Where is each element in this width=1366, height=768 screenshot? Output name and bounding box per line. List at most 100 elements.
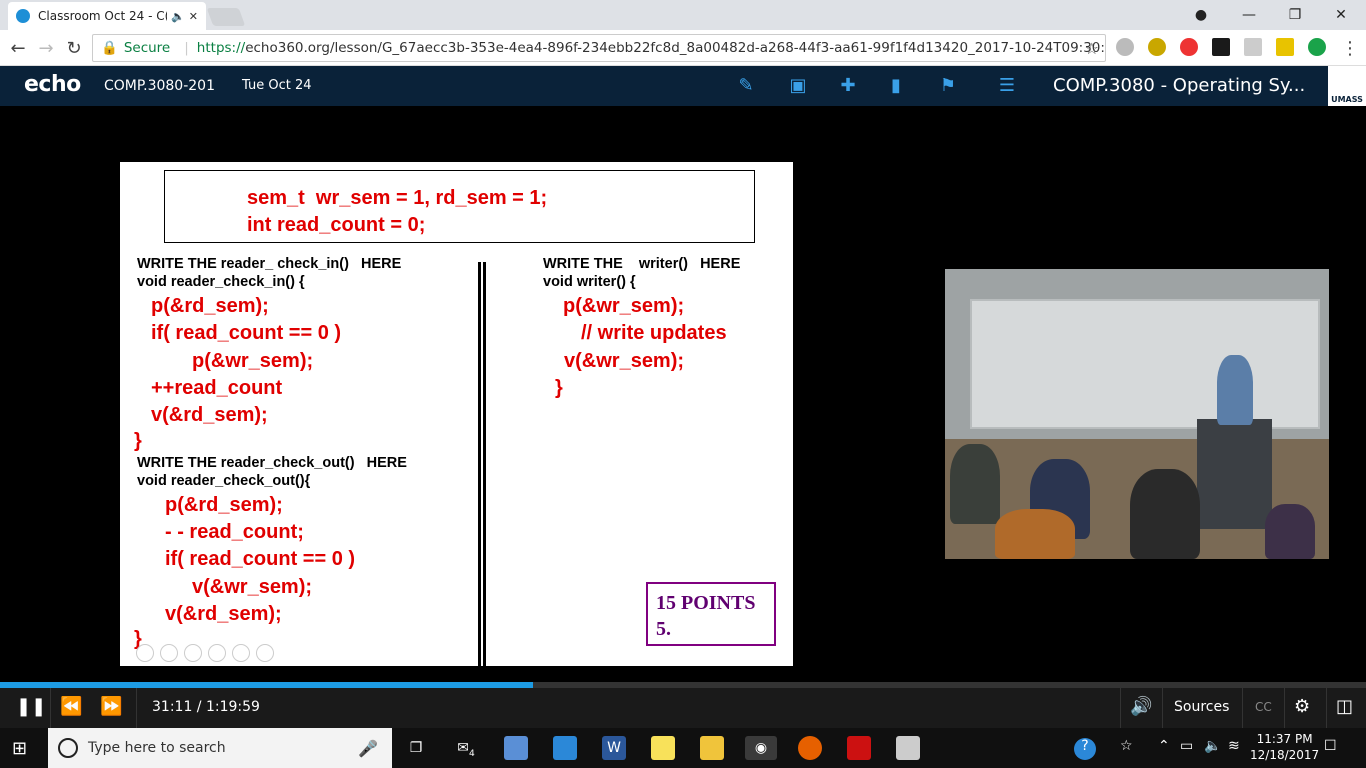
battery-icon[interactable]: ▭: [1180, 738, 1193, 754]
people-icon[interactable]: ☆: [1120, 738, 1133, 754]
fast-forward-icon[interactable]: ⏩: [100, 696, 122, 717]
pause-icon[interactable]: ❚❚: [16, 696, 46, 717]
bookmark-icon[interactable]: ▮: [884, 74, 908, 98]
code-line: // write updates: [581, 322, 727, 344]
microphone-icon[interactable]: 🎤: [358, 739, 378, 758]
slide-heading: void writer() {: [543, 274, 636, 290]
photos-icon[interactable]: [896, 736, 920, 760]
restore-button[interactable]: ❐: [1272, 0, 1318, 30]
video-lecturer: [1217, 355, 1253, 425]
taskbar-clock[interactable]: 11:37 PM 12/18/2017: [1250, 731, 1319, 763]
divider: [50, 688, 51, 728]
next-slide-icon[interactable]: [160, 644, 178, 662]
column-divider: [478, 262, 486, 666]
video-student: [995, 509, 1075, 559]
sticky-notes-icon[interactable]: [651, 736, 675, 760]
echo-favicon-icon: [16, 9, 30, 23]
extension-icon[interactable]: [1116, 38, 1134, 56]
profile-icon[interactable]: ●: [1178, 0, 1224, 30]
settings-gear-icon[interactable]: ⚙: [1294, 696, 1310, 717]
code-line: p(&wr_sem);: [192, 350, 314, 372]
speaker-icon[interactable]: 🔈: [1204, 738, 1221, 754]
minimize-button[interactable]: —: [1226, 0, 1272, 30]
volume-icon[interactable]: 🔊: [1130, 696, 1152, 717]
extension-icon[interactable]: [1244, 38, 1262, 56]
slide-heading: void reader_check_out(){: [137, 473, 311, 489]
prev-slide-icon[interactable]: [136, 644, 154, 662]
more-icon[interactable]: [256, 644, 274, 662]
new-tab-button[interactable]: [206, 8, 246, 26]
video-student: [1130, 469, 1200, 559]
cortana-icon: [58, 738, 78, 758]
discussion-icon[interactable]: ▣: [786, 74, 810, 98]
code-line: - - read_count;: [165, 521, 304, 543]
list-icon[interactable]: ☰: [995, 74, 1019, 98]
divider: [1120, 688, 1121, 728]
code-line: p(&rd_sem);: [165, 494, 283, 516]
flag-icon[interactable]: ⚑: [936, 74, 960, 98]
extension-icon[interactable]: [1276, 38, 1294, 56]
url-text: https://echo360.org/lesson/G_67aecc3b-35…: [197, 40, 1105, 56]
tray-chevron-icon[interactable]: ⌃: [1158, 738, 1170, 754]
mail-icon[interactable]: ✉4: [454, 736, 478, 760]
notes-icon[interactable]: ✎: [734, 74, 758, 98]
wifi-icon[interactable]: ≋: [1228, 738, 1240, 754]
rewind-icon[interactable]: ⏪: [60, 696, 82, 717]
umass-logo: UMASS: [1328, 66, 1366, 106]
back-arrow-icon[interactable]: ←: [8, 38, 28, 59]
opera-icon[interactable]: [1180, 38, 1198, 56]
extension-icon[interactable]: [1148, 38, 1166, 56]
classroom-video[interactable]: [945, 269, 1329, 559]
code-line: v(&wr_sem);: [564, 350, 685, 372]
menu-icon[interactable]: ⋮: [1340, 38, 1360, 59]
points-box: 15 POINTS 5.: [646, 582, 776, 646]
address-bar[interactable]: 🔒 Secure | https://echo360.org/lesson/G_…: [92, 34, 1106, 62]
browser-tab-strip: Classroom Oct 24 - C( 🔈 ✕ ● — ❐ ✕: [0, 0, 1366, 30]
extension-icon[interactable]: [1212, 38, 1230, 56]
forward-arrow-icon[interactable]: →: [36, 38, 56, 59]
search-placeholder: Type here to search: [88, 740, 226, 756]
question-number: 5.: [656, 618, 671, 640]
notifications-icon[interactable]: ☐: [1324, 738, 1337, 754]
close-window-button[interactable]: ✕: [1318, 0, 1364, 30]
bookmark-star-icon[interactable]: ☆: [1085, 39, 1099, 58]
divider: [136, 688, 137, 728]
taskbar-search[interactable]: Type here to search 🎤: [48, 728, 392, 768]
divider: [1284, 688, 1285, 728]
reload-icon[interactable]: ↻: [64, 38, 84, 59]
pen-icon[interactable]: [184, 644, 202, 662]
box-app-icon[interactable]: [504, 736, 528, 760]
echo-logo: echo: [24, 72, 81, 97]
secure-label: Secure: [123, 40, 171, 56]
word-icon[interactable]: W: [602, 736, 626, 760]
video-student: [950, 444, 1000, 524]
sources-button[interactable]: Sources: [1174, 699, 1229, 715]
task-view-icon[interactable]: ❐: [404, 736, 428, 760]
chrome-icon[interactable]: ◉: [745, 736, 777, 760]
help-icon[interactable]: ?: [1074, 738, 1096, 760]
browser-tab[interactable]: Classroom Oct 24 - C( 🔈 ✕: [8, 2, 206, 30]
copy-icon[interactable]: [208, 644, 226, 662]
windows-start-icon[interactable]: ⊞: [12, 738, 27, 759]
captions-button[interactable]: CC: [1255, 700, 1272, 714]
declaration-box: sem_t wr_sem = 1, rd_sem = 1; int read_c…: [164, 170, 755, 243]
close-tab-icon[interactable]: ✕: [189, 10, 198, 23]
course-code[interactable]: COMP.3080-201: [104, 78, 215, 94]
code-line: v(&rd_sem);: [151, 404, 268, 426]
playback-time: 31:11 / 1:19:59: [152, 699, 260, 715]
speaker-icon[interactable]: 🔈: [171, 10, 185, 23]
file-explorer-icon[interactable]: [700, 736, 724, 760]
code-line: v(&wr_sem);: [192, 576, 313, 598]
slide-heading: WRITE THE reader_ check_in() HERE: [137, 256, 402, 272]
acrobat-icon[interactable]: [847, 736, 871, 760]
browser-toolbar: ← → ↻ 🔒 Secure | https://echo360.org/les…: [0, 30, 1366, 66]
firefox-icon[interactable]: [798, 736, 822, 760]
divider: [1326, 688, 1327, 728]
lecture-slide[interactable]: sem_t wr_sem = 1, rd_sem = 1; int read_c…: [120, 162, 793, 666]
layout-icon[interactable]: ◫: [1336, 696, 1353, 717]
grammarly-icon[interactable]: [1308, 38, 1326, 56]
add-question-icon[interactable]: ✚: [836, 74, 860, 98]
zoom-icon[interactable]: [232, 644, 250, 662]
app-icon[interactable]: [553, 736, 577, 760]
slide-heading: WRITE THE writer() HERE: [543, 256, 741, 272]
